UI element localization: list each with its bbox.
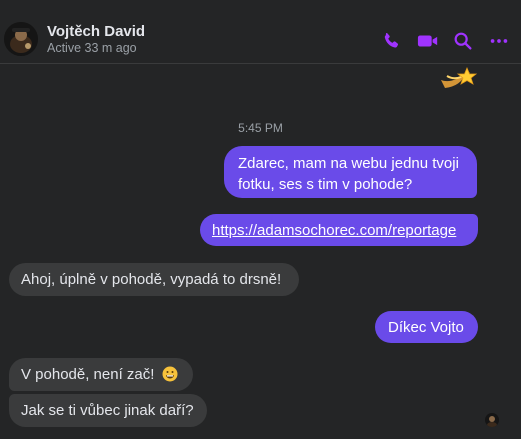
message-text-line: Zdarec, mam na webu jednu tvoji <box>238 155 459 172</box>
phone-icon[interactable] <box>380 30 402 52</box>
more-icon[interactable] <box>488 30 510 52</box>
message-text-line: fotku, ses s tim v pohode? <box>238 176 413 193</box>
message-bubble-sent[interactable]: Zdarec, mam na webu jednu tvoji fotku, s… <box>224 146 477 198</box>
search-icon[interactable] <box>452 30 474 52</box>
active-status: Active 33 m ago <box>47 41 137 55</box>
conversation-header: Vojtěch David Active 33 m ago <box>0 0 521 64</box>
message-text: Ahoj, úplně v pohodě, vypadá to drsně! <box>21 271 282 288</box>
message-bubble-sent[interactable]: https://adamsochorec.com/reportage <box>200 214 478 246</box>
message-bubble-received[interactable]: V pohodě, není zač! <box>9 358 193 391</box>
contact-name[interactable]: Vojtěch David <box>47 23 145 40</box>
seen-indicator-avatar <box>485 413 499 427</box>
message-timestamp: 5:45 PM <box>238 121 283 135</box>
message-bubble-received[interactable]: Jak se ti vůbec jinak daří? <box>9 394 207 427</box>
message-bubble-sent[interactable]: Díkec Vojto <box>375 311 478 343</box>
message-text: Díkec Vojto <box>388 319 464 336</box>
message-text: Jak se ti vůbec jinak daří? <box>21 402 194 419</box>
video-icon[interactable] <box>416 30 438 52</box>
shooting-star-icon <box>437 66 478 96</box>
message-text: V pohodě, není zač! <box>21 366 155 383</box>
message-bubble-received[interactable]: Ahoj, úplně v pohodě, vypadá to drsně! <box>9 263 299 296</box>
contact-avatar[interactable] <box>4 22 38 56</box>
grinning-face-icon <box>162 366 178 382</box>
message-link[interactable]: https://adamsochorec.com/reportage <box>212 222 456 239</box>
